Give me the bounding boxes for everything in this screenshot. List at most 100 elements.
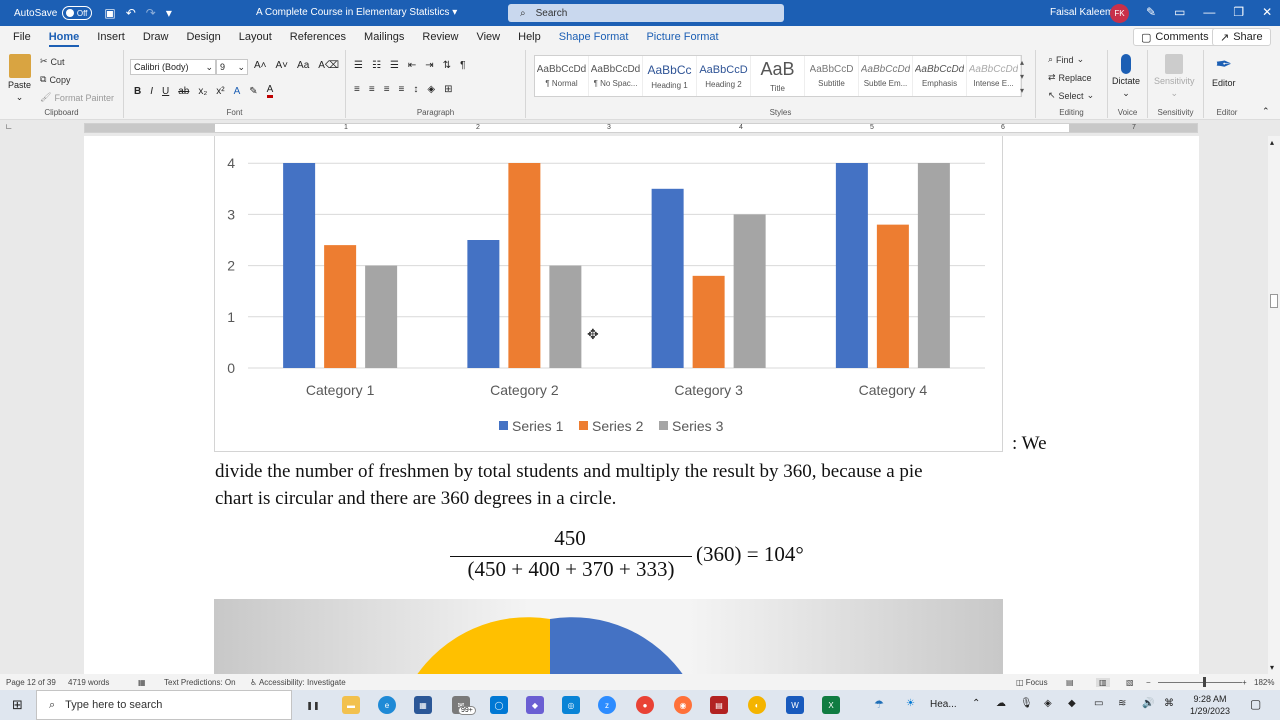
dropbox-icon[interactable]: ◆ bbox=[1068, 698, 1076, 709]
file-explorer-icon[interactable]: ▬ bbox=[342, 696, 360, 714]
underline-icon[interactable]: U bbox=[162, 86, 169, 97]
horizontal-ruler[interactable]: ∟ 1 2 3 4 5 6 7 bbox=[0, 120, 1280, 136]
share-button[interactable]: ↗ Share bbox=[1212, 28, 1271, 46]
sensitivity-button[interactable]: Sensitivity ⌄ bbox=[1154, 54, 1195, 99]
styles-gallery-scroll[interactable]: ▴ ▾ ▾ bbox=[1020, 56, 1024, 98]
copy-button[interactable]: ⧉ Copy bbox=[40, 74, 70, 85]
italic-icon[interactable]: I bbox=[150, 86, 153, 97]
replace-button[interactable]: ⇄ Replace bbox=[1048, 72, 1092, 83]
chevron-up-icon[interactable]: ▴ bbox=[1020, 56, 1024, 70]
numbering-icon[interactable]: ☷ bbox=[372, 60, 381, 71]
print-layout-icon[interactable]: ▥ bbox=[1096, 678, 1110, 687]
dictate-button[interactable]: Dictate ⌄ bbox=[1112, 54, 1140, 99]
tab-view[interactable]: View bbox=[467, 26, 509, 48]
bullets-icon[interactable]: ☰ bbox=[354, 60, 363, 71]
minimize-icon[interactable]: — bbox=[1203, 5, 1215, 19]
windows-start-icon[interactable]: ⊞ bbox=[12, 697, 23, 713]
customize-qat-icon[interactable]: ▾ bbox=[166, 6, 172, 20]
align-left-icon[interactable]: ≡ bbox=[354, 84, 360, 95]
search-box[interactable]: ⌕ Search bbox=[508, 4, 784, 22]
document-area[interactable]: 0 1 2 3 4 Category 1 Category 2 Category 3 Categ… bbox=[0, 136, 1268, 674]
tab-references[interactable]: References bbox=[281, 26, 355, 48]
tab-home[interactable]: Home bbox=[40, 26, 89, 48]
tab-selector-icon[interactable]: ∟ bbox=[5, 122, 13, 131]
weather-icon[interactable]: ☂ bbox=[874, 698, 884, 711]
collapse-ribbon-icon[interactable]: ⌃ bbox=[1262, 106, 1270, 117]
store-icon[interactable]: ▦ bbox=[414, 696, 432, 714]
proofing-icon[interactable]: ▦ bbox=[138, 678, 146, 687]
shrink-font-icon[interactable]: A˅ bbox=[276, 60, 289, 71]
ribbon-display-icon[interactable]: ▭ bbox=[1174, 5, 1185, 19]
shading-icon[interactable]: ◈ bbox=[427, 84, 435, 95]
chevron-up-icon[interactable]: ⌃ bbox=[972, 698, 980, 709]
font-family-select[interactable]: Calibri (Body) ⌄ bbox=[130, 59, 216, 75]
app-tray-icon[interactable]: ◈ bbox=[1044, 698, 1052, 709]
style-subtle-emphasis[interactable]: AaBbCcDd Subtle Em... bbox=[859, 56, 913, 96]
page-indicator[interactable]: Page 12 of 39 bbox=[6, 678, 56, 687]
sort-icon[interactable]: ⇅ bbox=[443, 60, 451, 71]
clock[interactable]: 9:28 AM 1/29/2023 bbox=[1190, 693, 1230, 717]
subscript-icon[interactable]: x₂ bbox=[198, 86, 207, 97]
scroll-thumb[interactable] bbox=[1270, 294, 1278, 308]
tab-design[interactable]: Design bbox=[177, 26, 229, 48]
app-icon[interactable]: ◎ bbox=[562, 696, 580, 714]
style-subtitle[interactable]: AaBbCcD Subtitle bbox=[805, 56, 859, 96]
pdf-icon[interactable]: ▤ bbox=[710, 696, 728, 714]
notification-icon[interactable]: ▢ bbox=[1250, 697, 1261, 711]
designer-icon[interactable]: ✎ bbox=[1146, 5, 1156, 19]
tab-layout[interactable]: Layout bbox=[230, 26, 281, 48]
font-size-select[interactable]: 9 ⌄ bbox=[216, 59, 248, 75]
zoom-out-icon[interactable]: − bbox=[1146, 678, 1151, 687]
zoom-slider[interactable] bbox=[1158, 682, 1242, 683]
scroll-up-icon[interactable]: ▴ bbox=[1270, 138, 1274, 147]
widgets-icon[interactable]: ☀ bbox=[906, 698, 915, 709]
grow-font-icon[interactable]: A˄ bbox=[254, 60, 267, 71]
align-center-icon[interactable]: ≡ bbox=[369, 84, 375, 95]
pie-chart-image[interactable] bbox=[214, 599, 1003, 674]
justify-icon[interactable]: ≡ bbox=[399, 84, 405, 95]
style-no-spacing[interactable]: AaBbCcDd ¶ No Spac... bbox=[589, 56, 643, 96]
style-emphasis[interactable]: AaBbCcDd Emphasis bbox=[913, 56, 967, 96]
tab-file[interactable]: File bbox=[4, 26, 40, 48]
task-view-icon[interactable]: ❚❚ bbox=[304, 696, 322, 714]
document-page[interactable]: 0 1 2 3 4 Category 1 Category 2 Category 3 Categ… bbox=[84, 136, 1199, 674]
taskbar-search[interactable]: ⌕ Type here to search bbox=[36, 690, 292, 720]
zoom-level[interactable]: 182% bbox=[1254, 678, 1274, 687]
superscript-icon[interactable]: x² bbox=[216, 86, 224, 97]
style-normal[interactable]: AaBbCcDd ¶ Normal bbox=[535, 56, 589, 96]
redo-icon[interactable]: ↷ bbox=[146, 6, 156, 20]
web-layout-icon[interactable]: ▧ bbox=[1126, 678, 1134, 687]
font-color-icon[interactable]: A bbox=[266, 84, 274, 98]
align-right-icon[interactable]: ≡ bbox=[384, 84, 390, 95]
find-button[interactable]: ⌕ Find ⌄ bbox=[1048, 54, 1084, 65]
avatar[interactable]: FK bbox=[1110, 4, 1129, 23]
vertical-scrollbar[interactable]: ▴ ▾ bbox=[1268, 136, 1280, 674]
excel-icon[interactable]: X bbox=[822, 696, 840, 714]
multilevel-list-icon[interactable]: ☰ bbox=[390, 60, 399, 71]
zoom-slider-thumb[interactable] bbox=[1203, 677, 1206, 687]
restore-icon[interactable]: ❐ bbox=[1233, 5, 1244, 19]
highlight-icon[interactable]: ✎ bbox=[249, 86, 257, 97]
weather-text[interactable]: Hea... bbox=[930, 699, 957, 710]
line-spacing-icon[interactable]: ↕ bbox=[413, 84, 418, 95]
app-icon[interactable]: ◐ bbox=[748, 696, 766, 714]
change-case-icon[interactable]: Aa bbox=[297, 60, 309, 71]
app-tray-icon[interactable]: ⌘ bbox=[1164, 698, 1174, 709]
wifi-icon[interactable]: ≋ bbox=[1118, 698, 1126, 709]
style-intense-emphasis[interactable]: AaBbCcDd Intense E... bbox=[967, 56, 1021, 96]
clear-formatting-icon[interactable]: A⌫ bbox=[318, 60, 339, 71]
network-icon[interactable]: ▭ bbox=[1094, 698, 1103, 709]
chrome-icon[interactable]: ● bbox=[636, 696, 654, 714]
zoom-icon[interactable]: z bbox=[598, 696, 616, 714]
tab-mailings[interactable]: Mailings bbox=[355, 26, 413, 48]
word-icon[interactable]: W bbox=[786, 696, 804, 714]
save-icon[interactable]: ▣ bbox=[104, 6, 115, 20]
teams-icon[interactable]: ◆ bbox=[526, 696, 544, 714]
chevron-down-icon[interactable]: ▾ bbox=[1020, 70, 1024, 84]
volume-icon[interactable]: 🔊 bbox=[1142, 698, 1154, 709]
paste-button[interactable]: Paste ⌄ bbox=[8, 54, 31, 103]
more-icon[interactable]: ▾ bbox=[1020, 84, 1024, 98]
increase-indent-icon[interactable]: ⇥ bbox=[425, 60, 433, 71]
bold-icon[interactable]: B bbox=[134, 86, 141, 97]
undo-icon[interactable]: ↶ bbox=[126, 6, 136, 20]
